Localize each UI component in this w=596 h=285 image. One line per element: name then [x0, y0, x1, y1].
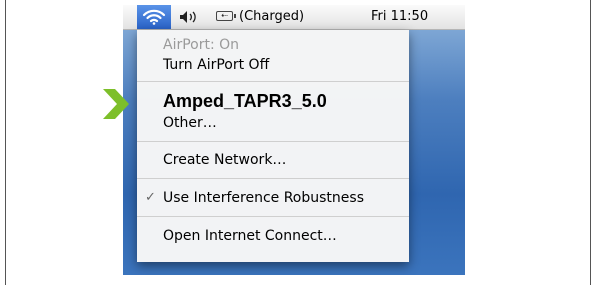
open-internet-connect-item[interactable]: Open Internet Connect… [137, 225, 409, 247]
menu-separator [137, 178, 409, 179]
battery-icon[interactable]: ⇠ [216, 11, 236, 21]
turn-airport-off-label: Turn AirPort Off [163, 57, 270, 73]
airport-menu-button[interactable] [137, 5, 171, 29]
network-name-label: Amped_TAPR3_5.0 [163, 91, 327, 111]
green-chevron-arrow-icon [103, 89, 129, 119]
create-network-item[interactable]: Create Network… [137, 149, 409, 171]
interference-robustness-item[interactable]: ✓ Use Interference Robustness [137, 187, 409, 209]
airport-dropdown-menu: AirPort: On Turn AirPort Off Amped_TAPR3… [137, 30, 409, 262]
menu-bar: ⇠ (Charged) Fri 11:50 [123, 5, 465, 30]
menu-separator [137, 81, 409, 82]
airport-status-label: AirPort: On [163, 37, 240, 53]
menu-bar-clock[interactable]: Fri 11:50 [371, 9, 428, 24]
open-internet-connect-label: Open Internet Connect… [163, 228, 337, 244]
turn-airport-off-item[interactable]: Turn AirPort Off [137, 54, 409, 76]
menu-separator [137, 216, 409, 217]
other-network-label: Other… [163, 115, 217, 131]
interference-robustness-label: Use Interference Robustness [163, 190, 364, 206]
desktop: ⇠ (Charged) Fri 11:50 AirPort: On Turn A… [123, 5, 465, 275]
create-network-label: Create Network… [163, 152, 287, 168]
other-network-item[interactable]: Other… [137, 112, 409, 134]
checkmark-icon: ✓ [145, 190, 156, 205]
airport-status-item: AirPort: On [137, 34, 409, 56]
menu-separator [137, 141, 409, 142]
battery-status-label[interactable]: (Charged) [239, 9, 304, 24]
volume-icon[interactable] [179, 10, 201, 24]
wifi-icon [142, 9, 166, 25]
network-item-amped[interactable]: Amped_TAPR3_5.0 [137, 90, 409, 112]
